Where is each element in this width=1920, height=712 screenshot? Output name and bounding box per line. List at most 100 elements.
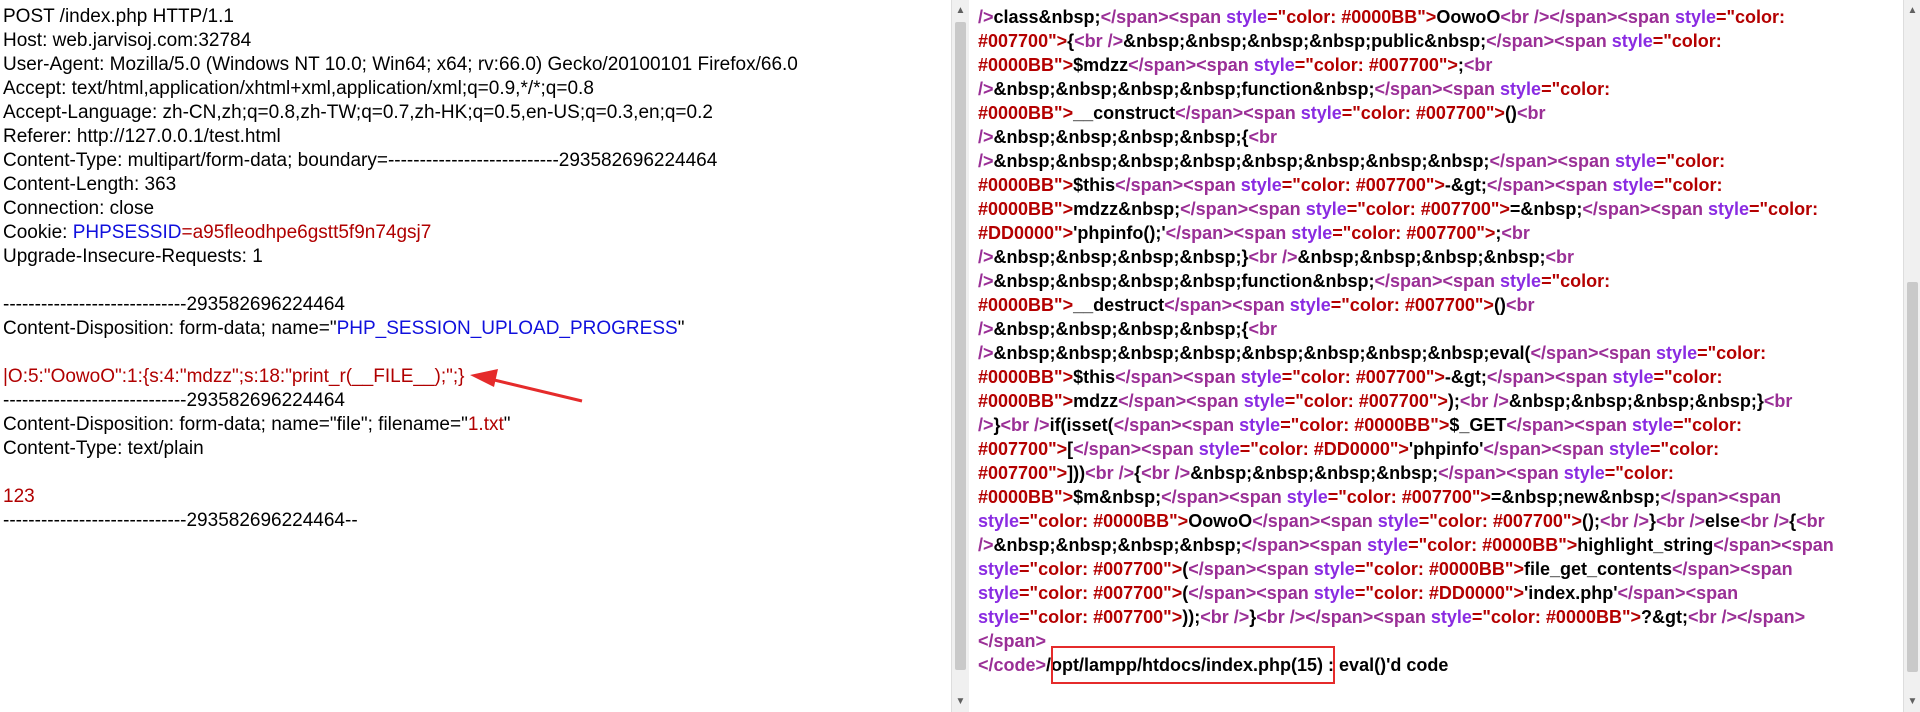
text-segment: ="color: #0000BB">	[1354, 559, 1524, 579]
text-segment: -&gt;	[1444, 175, 1487, 195]
text-segment: style	[1377, 511, 1419, 531]
text-segment: #0000BB">	[978, 175, 1074, 195]
text-segment: ="color: #007700">	[1332, 223, 1496, 243]
text-segment: <br />	[1141, 463, 1191, 483]
text-segment: style	[1243, 391, 1285, 411]
response-pane[interactable]: />class&nbsp;</span><span style="color: …	[970, 0, 1903, 712]
text-segment: 'index.php'	[1523, 583, 1618, 603]
text-segment: <br	[1501, 223, 1530, 243]
scroll-down-icon[interactable]: ▼	[1904, 693, 1920, 710]
text-segment: <span	[1309, 535, 1368, 555]
request-line: Content-Disposition: form-data; name="fi…	[3, 413, 798, 437]
text-segment: style	[978, 607, 1020, 627]
text-segment: style	[1609, 439, 1651, 459]
text-segment: ="color: #007700">	[1346, 199, 1510, 219]
text-segment: <span	[1256, 583, 1314, 603]
text-segment: class&nbsp;	[993, 7, 1101, 27]
text-segment: <span	[1320, 511, 1378, 531]
request-line: Content-Type: text/plain	[3, 437, 798, 461]
text-segment: ()	[1504, 103, 1517, 123]
text-segment: #0000BB">	[978, 199, 1074, 219]
text-segment: }	[993, 415, 1001, 435]
text-segment: style	[1612, 175, 1654, 195]
text-segment: style	[1240, 367, 1282, 387]
text-segment: ="color:	[1541, 79, 1611, 99]
text-segment: />	[978, 271, 994, 291]
request-line: Accept: text/html,application/xhtml+xml,…	[3, 77, 798, 101]
text-segment: POST /index.php HTTP/1.1	[3, 6, 234, 27]
text-segment: style	[1611, 31, 1653, 51]
text-segment: style	[1367, 535, 1409, 555]
scroll-up-icon[interactable]: ▲	[952, 2, 969, 19]
text-segment: ="color: #007700">	[1284, 391, 1448, 411]
text-segment: Accept-Language: zh-CN,zh;q=0.8,zh-TW;q=…	[3, 102, 713, 123]
text-segment: </span>	[1165, 223, 1234, 243]
text-segment: OowoO	[1188, 511, 1253, 531]
text-segment: <span	[1373, 607, 1431, 627]
text-segment: Content-Disposition: form-data; name="	[3, 318, 337, 339]
text-segment: />	[978, 7, 994, 27]
request-line	[3, 269, 798, 293]
text-segment: <span	[1728, 487, 1781, 507]
text-segment: );	[1447, 391, 1460, 411]
text-segment: #DD0000">	[978, 223, 1074, 243]
response-scrollbar[interactable]: ▲ ▼	[1903, 0, 1920, 712]
text-segment: 1.txt	[467, 414, 504, 435]
response-line: />&nbsp;&nbsp;&nbsp;&nbsp;</span><span s…	[978, 533, 1878, 557]
text-segment: <br	[1248, 127, 1277, 147]
text-segment: <span	[1243, 103, 1301, 123]
request-scrollbar[interactable]: ▲ ▼	[951, 0, 969, 712]
text-segment: />	[978, 415, 994, 435]
scroll-thumb[interactable]	[955, 22, 966, 670]
text-segment: ="color: #007700">	[1281, 367, 1445, 387]
scroll-down-icon[interactable]: ▼	[952, 693, 969, 710]
text-segment: $m&nbsp;	[1073, 487, 1162, 507]
text-segment: <span	[1256, 559, 1314, 579]
response-line: style="color: #007700">(</span><span sty…	[978, 557, 1878, 581]
text-segment: <span	[1186, 391, 1244, 411]
text-segment: style	[1198, 439, 1240, 459]
text-segment: </span>	[1100, 7, 1169, 27]
response-line: #007700">[</span><span style="color: #DD…	[978, 437, 1878, 461]
scroll-thumb[interactable]	[1907, 282, 1918, 672]
response-text[interactable]: />class&nbsp;</span><span style="color: …	[978, 5, 1878, 677]
text-segment: </span>	[1175, 103, 1244, 123]
text-segment: ="color: #007700">	[1341, 103, 1505, 123]
text-segment: style	[978, 511, 1020, 531]
text-segment: </span>	[1188, 583, 1257, 603]
text-segment: &nbsp;&nbsp;&nbsp;&nbsp;&nbsp;&nbsp;&nbs…	[993, 151, 1490, 171]
text-segment: ="color:	[1672, 415, 1743, 435]
text-segment: <br />	[1248, 247, 1298, 267]
text-segment: ="color: #007700">	[1418, 511, 1582, 531]
text-segment: $this	[1073, 175, 1116, 195]
text-segment: &nbsp;&nbsp;&nbsp;&nbsp;}	[993, 247, 1249, 267]
text-segment: style	[1615, 151, 1657, 171]
text-segment: #0000BB">	[978, 487, 1074, 507]
text-segment: &nbsp;&nbsp;&nbsp;&nbsp;{	[993, 319, 1249, 339]
text-segment: <span	[1650, 199, 1708, 219]
response-line: />class&nbsp;</span><span style="color: …	[978, 5, 1878, 29]
text-segment: <br	[1763, 391, 1793, 411]
text-segment: $_GET	[1449, 415, 1507, 435]
text-segment: />	[978, 79, 994, 99]
text-segment: ="color:	[1749, 199, 1819, 219]
request-line: Cookie: PHPSESSID=a95fleodhpe6gstt5f9n74…	[3, 221, 798, 245]
scroll-up-icon[interactable]: ▲	[1904, 2, 1920, 19]
request-line: Accept-Language: zh-CN,zh;q=0.8,zh-TW;q=…	[3, 101, 798, 125]
request-line: Content-Disposition: form-data; name="PH…	[3, 317, 798, 341]
response-line: #0000BB">mdzz</span><span style="color: …	[978, 389, 1878, 413]
text-segment: "	[503, 414, 511, 435]
text-segment: highlight_string	[1577, 535, 1714, 555]
text-segment: ()	[1493, 295, 1506, 315]
response-line: #DD0000">'phpinfo();'</span><span style=…	[978, 221, 1878, 245]
request-text[interactable]: POST /index.php HTTP/1.1 Host: web.jarvis…	[3, 5, 798, 533]
text-segment: ="color: #0000BB">	[1267, 7, 1437, 27]
request-pane[interactable]: POST /index.php HTTP/1.1 Host: web.jarvis…	[0, 0, 950, 712]
text-segment: <br />	[1085, 463, 1135, 483]
text-segment: <span	[1685, 583, 1739, 603]
response-line: />&nbsp;&nbsp;&nbsp;&nbsp;function&nbsp;…	[978, 269, 1878, 293]
text-segment: <span	[1551, 439, 1609, 459]
text-segment: <span	[1141, 439, 1199, 459]
text-segment: </span>	[1073, 439, 1142, 459]
response-line: #007700">]))<br />{<br />&nbsp;&nbsp;&nb…	[978, 461, 1878, 485]
